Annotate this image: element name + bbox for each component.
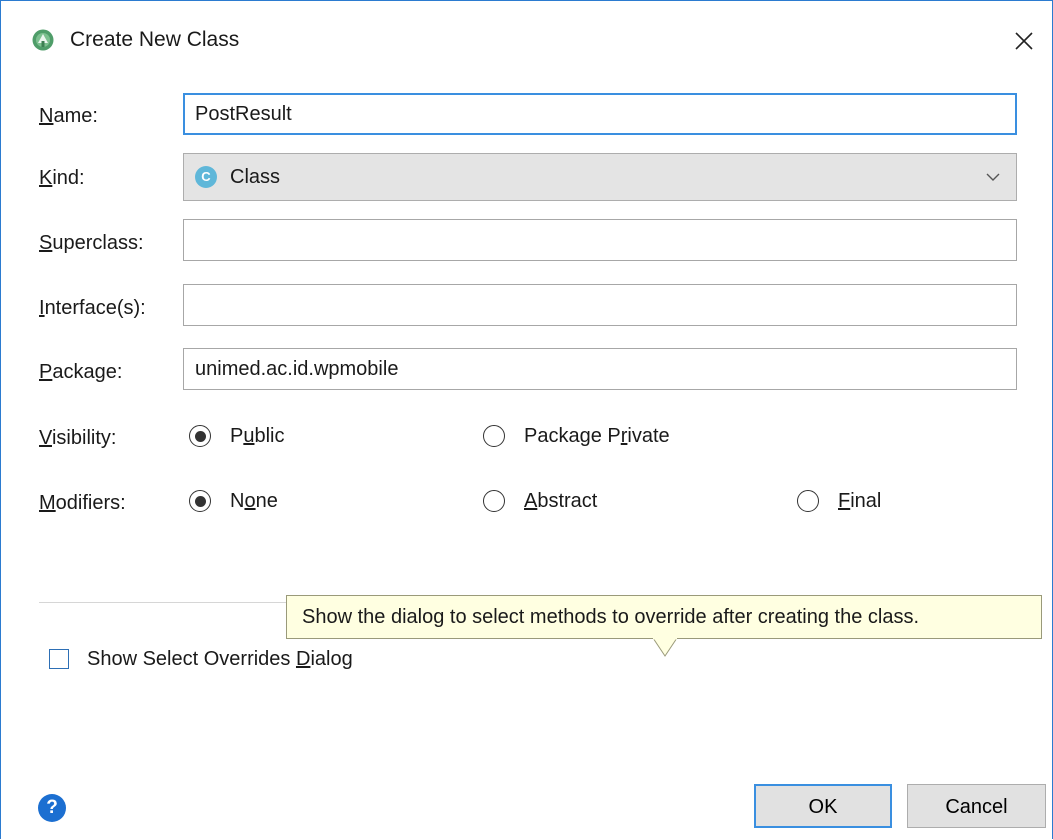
radio-unselected-indicator xyxy=(483,490,505,512)
help-icon[interactable]: ? xyxy=(38,794,66,822)
package-label: Package: xyxy=(39,361,123,383)
superclass-input[interactable] xyxy=(183,219,1017,261)
modifiers-label: Modifiers: xyxy=(39,492,126,514)
name-label: Name: xyxy=(39,105,98,127)
modifiers-none-radio[interactable]: None xyxy=(189,489,278,513)
radio-selected-indicator xyxy=(189,425,211,447)
overrides-tooltip: Show the dialog to select methods to ove… xyxy=(286,595,1042,639)
name-input[interactable] xyxy=(183,93,1017,135)
close-button[interactable] xyxy=(1004,21,1044,61)
kind-label: Kind: xyxy=(39,167,85,189)
checkbox-unchecked-indicator xyxy=(49,649,69,669)
class-kind-icon: C xyxy=(195,166,217,188)
radio-unselected-indicator xyxy=(483,425,505,447)
superclass-label: Superclass: xyxy=(39,232,144,254)
interfaces-input[interactable] xyxy=(183,284,1017,326)
kind-select-value: Class xyxy=(230,166,281,188)
tooltip-pointer xyxy=(653,638,677,657)
cancel-button[interactable]: Cancel xyxy=(907,784,1046,828)
show-select-overrides-label: Show Select Overrides Dialog xyxy=(87,648,353,670)
package-input[interactable] xyxy=(183,348,1017,390)
modifiers-abstract-radio[interactable]: Abstract xyxy=(483,489,597,513)
chevron-down-icon xyxy=(986,173,1000,181)
dialog-title: Create New Class xyxy=(70,28,240,51)
show-select-overrides-checkbox[interactable]: Show Select Overrides Dialog xyxy=(49,647,353,671)
ok-button[interactable]: OK xyxy=(754,784,892,828)
visibility-label: Visibility: xyxy=(39,427,117,449)
visibility-public-radio[interactable]: Public xyxy=(189,424,284,448)
modifiers-final-radio[interactable]: Final xyxy=(797,489,881,513)
radio-selected-indicator xyxy=(189,490,211,512)
interfaces-label: Interface(s): xyxy=(39,297,146,319)
create-new-class-dialog: Create New Class Name: Kind: C Class Sup… xyxy=(0,0,1053,839)
radio-unselected-indicator xyxy=(797,490,819,512)
visibility-package-private-radio[interactable]: Package Private xyxy=(483,424,670,448)
android-studio-icon xyxy=(32,29,54,51)
close-icon xyxy=(1015,32,1033,50)
title-bar: Create New Class xyxy=(1,1,1052,79)
kind-select[interactable]: C Class xyxy=(183,153,1017,201)
